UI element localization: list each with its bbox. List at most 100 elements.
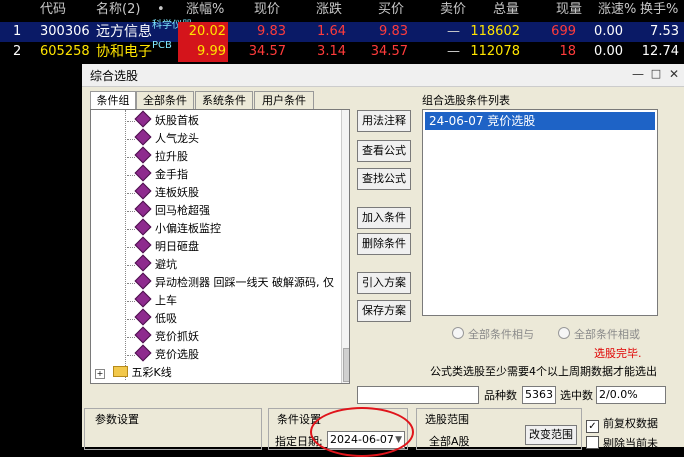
col-volume[interactable]: 总量 bbox=[493, 0, 519, 20]
stock-screener-dialog: 综合选股 — □ ✕ 条件组 全部条件 系统条件 用户条件 妖股首板 人气龙头 … bbox=[82, 64, 684, 457]
turnover: 12.74 bbox=[641, 44, 679, 59]
delete-condition-button[interactable]: 删除条件 bbox=[357, 233, 411, 255]
table-header: 代码 名称(2) • 涨幅% 现价 涨跌 买价 卖价 总量 现量 涨速% 换手% bbox=[0, 0, 684, 20]
formula-icon bbox=[134, 146, 152, 164]
add-condition-button[interactable]: 加入条件 bbox=[357, 207, 411, 229]
tab-system-conditions[interactable]: 系统条件 bbox=[195, 91, 253, 110]
radio-or-option[interactable]: 全部条件相或 bbox=[558, 326, 640, 342]
tree-guide-line bbox=[125, 110, 126, 380]
stock-code: 605258 bbox=[40, 44, 90, 59]
tree-folder-label: 五彩K线 bbox=[131, 366, 172, 379]
tree-item-label: 上车 bbox=[155, 294, 177, 307]
price: 34.57 bbox=[248, 44, 286, 59]
col-speed[interactable]: 涨速% bbox=[598, 0, 636, 20]
col-price[interactable]: 现价 bbox=[254, 0, 280, 20]
row-index: 2 bbox=[13, 44, 22, 59]
tree-item-label: 竞价选股 bbox=[155, 348, 199, 361]
tree-folder[interactable]: + 五彩K线 bbox=[95, 364, 172, 382]
col-name[interactable]: 名称(2) bbox=[96, 0, 140, 20]
formula-icon bbox=[134, 308, 152, 326]
tree-scroll-thumb[interactable] bbox=[343, 348, 349, 382]
radio-icon bbox=[558, 327, 570, 339]
tree-scrollbar[interactable] bbox=[341, 110, 349, 383]
price: 9.83 bbox=[257, 24, 286, 39]
col-turnover[interactable]: 换手% bbox=[640, 0, 678, 20]
checkbox-label: 前复权数据 bbox=[603, 417, 658, 430]
condition-list[interactable]: 24-06-07 竞价选股 bbox=[422, 109, 658, 316]
col-cur-vol[interactable]: 现量 bbox=[556, 0, 582, 20]
tree-item[interactable]: 人气龙头 bbox=[127, 128, 199, 148]
stock-tag: PCB bbox=[152, 40, 172, 51]
turnover: 7.53 bbox=[650, 24, 679, 39]
tree-item-label: 避坑 bbox=[155, 258, 177, 271]
save-plan-button[interactable]: 保存方案 bbox=[357, 300, 411, 322]
col-ask[interactable]: 卖价 bbox=[440, 0, 466, 20]
cur-vol: 699 bbox=[551, 24, 576, 39]
find-formula-button[interactable]: 查找公式 bbox=[357, 168, 411, 190]
tree-item[interactable]: 妖股首板 bbox=[127, 110, 199, 130]
stock-code: 300306 bbox=[40, 24, 90, 39]
dialog-titlebar[interactable]: 综合选股 — □ ✕ bbox=[82, 64, 684, 87]
import-plan-button[interactable]: 引入方案 bbox=[357, 272, 411, 294]
tree-item[interactable]: 连板妖股 bbox=[127, 182, 199, 202]
tree-item-label: 低吸 bbox=[155, 312, 177, 325]
tree-item[interactable]: 竞价选股 bbox=[127, 344, 199, 364]
usage-notes-button[interactable]: 用法注释 bbox=[357, 110, 411, 132]
table-row[interactable]: 2 605258 协和电子 PCB 9.99 34.57 3.14 34.57 … bbox=[0, 40, 684, 62]
maximize-icon[interactable]: □ bbox=[648, 66, 664, 82]
stock-name: 协和电子 bbox=[96, 44, 152, 60]
formula-icon bbox=[134, 110, 152, 128]
tree-item-label: 金手指 bbox=[155, 168, 188, 181]
formula-icon bbox=[134, 236, 152, 254]
change: 1.64 bbox=[317, 24, 346, 39]
tree-item[interactable]: 拉升股 bbox=[127, 146, 188, 166]
param-group: 参数设置 bbox=[84, 408, 262, 450]
selected-value: 2/0.0% bbox=[596, 386, 666, 404]
formula-icon bbox=[134, 128, 152, 146]
tree-item-label: 拉升股 bbox=[155, 150, 188, 163]
tree-item-label: 连板妖股 bbox=[155, 186, 199, 199]
close-icon[interactable]: ✕ bbox=[666, 66, 682, 82]
list-item[interactable]: 24-06-07 竞价选股 bbox=[425, 112, 655, 130]
col-change[interactable]: 涨跌 bbox=[316, 0, 342, 20]
tree-item-label: 小偏连板监控 bbox=[155, 222, 221, 235]
checkbox-exclude[interactable]: 剔除当前未 bbox=[586, 435, 658, 451]
condition-tree[interactable]: 妖股首板 人气龙头 拉升股 金手指 连板妖股 回马枪超强 小偏连板监控 明日砸盘… bbox=[90, 109, 350, 384]
formula-icon bbox=[134, 200, 152, 218]
tab-all-conditions[interactable]: 全部条件 bbox=[136, 91, 194, 110]
tree-item[interactable]: 金手指 bbox=[127, 164, 188, 184]
expand-icon[interactable]: + bbox=[95, 369, 105, 379]
col-code[interactable]: 代码 bbox=[40, 0, 66, 20]
change-range-button[interactable]: 改变范围 bbox=[525, 425, 577, 445]
stock-name: 远方信息 bbox=[96, 24, 152, 40]
tab-condition-group[interactable]: 条件组 bbox=[90, 91, 136, 111]
tree-item[interactable]: 竞价抓妖 bbox=[127, 326, 199, 346]
change-pct: 20.02 bbox=[178, 22, 228, 42]
checkbox-adjusted[interactable]: ✓ 前复权数据 bbox=[586, 415, 658, 433]
tab-user-conditions[interactable]: 用户条件 bbox=[254, 91, 314, 110]
speed: 0.00 bbox=[594, 44, 623, 59]
tree-item[interactable]: 避坑 bbox=[127, 254, 177, 274]
formula-icon bbox=[134, 344, 152, 362]
tree-item-label: 回马枪超强 bbox=[155, 204, 210, 217]
count-label: 品种数 bbox=[484, 389, 517, 402]
tree-item[interactable]: 小偏连板监控 bbox=[127, 218, 221, 238]
tree-item[interactable]: 上车 bbox=[127, 290, 177, 310]
tree-item[interactable]: 明日砸盘 bbox=[127, 236, 199, 256]
view-formula-button[interactable]: 查看公式 bbox=[357, 140, 411, 162]
formula-icon bbox=[134, 272, 152, 290]
col-bid[interactable]: 买价 bbox=[378, 0, 404, 20]
row-index: 1 bbox=[13, 24, 22, 39]
tree-item[interactable]: 回马枪超强 bbox=[127, 200, 210, 220]
minimize-icon[interactable]: — bbox=[630, 66, 646, 82]
note-text: 公式类选股至少需要4个以上周期数据才能选出 bbox=[430, 365, 657, 378]
tree-item-label: 人气龙头 bbox=[155, 132, 199, 145]
tree-item[interactable]: 异动检测器 回踩一线天 破解源码, 仅 bbox=[127, 272, 334, 292]
radio-and-option[interactable]: 全部条件相与 bbox=[452, 326, 534, 342]
tree-item[interactable]: 低吸 bbox=[127, 308, 177, 328]
checkbox-label: 剔除当前未 bbox=[603, 437, 658, 450]
table-row[interactable]: 1 300306 远方信息 科学仪器 20.02 9.83 1.64 9.83 … bbox=[0, 20, 684, 42]
checkbox-empty bbox=[586, 436, 599, 449]
volume: 112078 bbox=[470, 44, 520, 59]
ask: — bbox=[447, 24, 460, 39]
